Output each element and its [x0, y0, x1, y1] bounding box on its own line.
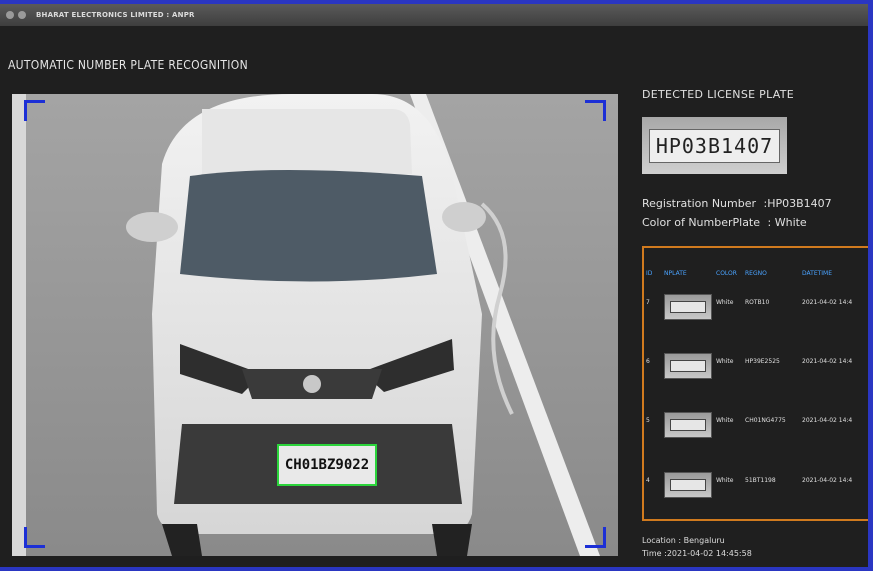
col-nplate: NPLATE — [664, 270, 687, 277]
plate-color-value: : White — [767, 216, 807, 229]
frame-corner-top-right — [585, 100, 606, 121]
table-row[interactable]: 4 White 51BT1198 2021-04-02 14:4 — [644, 470, 868, 500]
col-regno: REGNO — [745, 270, 767, 277]
anpr-window: BHARAT ELECTRONICS LIMITED : ANPR AUTOMA… — [0, 4, 868, 567]
row-color: White — [716, 299, 734, 306]
registration-label: Registration Number — [642, 197, 757, 210]
window-title: BHARAT ELECTRONICS LIMITED : ANPR — [36, 11, 195, 19]
registration-number-line: Registration Number :HP03B1407 — [642, 197, 832, 210]
time-line: Time :2021-04-02 14:45:58 — [642, 549, 752, 558]
row-datetime: 2021-04-02 14:4 — [802, 358, 853, 365]
plate-color-label: Color of NumberPlate — [642, 216, 761, 229]
close-window-icon[interactable] — [6, 11, 14, 19]
row-id: 5 — [646, 417, 650, 424]
plate-thumbnail — [664, 294, 712, 320]
row-datetime: 2021-04-02 14:4 — [802, 477, 853, 484]
plate-crop-text: HP03B1407 — [648, 128, 781, 163]
row-regno: HP39E2525 — [745, 358, 780, 365]
plate-thumbnail — [664, 353, 712, 379]
time-label: Time — [642, 549, 662, 558]
plate-color-line: Color of NumberPlate : White — [642, 216, 807, 229]
location-value: : Bengaluru — [678, 536, 725, 545]
row-color: White — [716, 417, 734, 424]
row-color: White — [716, 477, 734, 484]
plate-thumbnail — [664, 412, 712, 438]
col-datetime: DATETIME — [802, 270, 833, 277]
col-color: COLOR — [716, 270, 737, 277]
registration-value: :HP03B1407 — [763, 197, 832, 210]
frame-corner-bottom-left — [24, 527, 45, 548]
row-id: 4 — [646, 477, 650, 484]
row-color: White — [716, 358, 734, 365]
title-bar: BHARAT ELECTRONICS LIMITED : ANPR — [0, 4, 868, 26]
app-heading: AUTOMATIC NUMBER PLATE RECOGNITION — [8, 58, 248, 72]
row-datetime: 2021-04-02 14:4 — [802, 417, 853, 424]
col-id: ID — [646, 270, 653, 277]
time-value: :2021-04-02 14:45:58 — [664, 549, 752, 558]
history-table: ID NPLATE COLOR REGNO DATETIME 7 White R… — [642, 246, 868, 521]
row-regno: ROTB10 — [745, 299, 770, 306]
plate-thumbnail — [664, 472, 712, 498]
detected-plate-box: CH01BZ9022 — [277, 444, 377, 486]
row-datetime: 2021-04-02 14:4 — [802, 299, 853, 306]
row-id: 7 — [646, 299, 650, 306]
location-label: Location — [642, 536, 676, 545]
frame-corner-top-left — [24, 100, 45, 121]
table-row[interactable]: 7 White ROTB10 2021-04-02 14:4 — [644, 292, 868, 322]
minimize-window-icon[interactable] — [18, 11, 26, 19]
detected-plate-heading: DETECTED LICENSE PLATE — [642, 88, 795, 101]
camera-feed: CH01BZ9022 — [12, 94, 618, 556]
table-row[interactable]: 5 White CH01NG4775 2021-04-02 14:4 — [644, 410, 868, 440]
row-id: 6 — [646, 358, 650, 365]
table-row[interactable]: 6 White HP39E2525 2021-04-02 14:4 — [644, 351, 868, 381]
location-line: Location : Bengaluru — [642, 536, 725, 545]
car-image — [12, 94, 618, 556]
plate-crop-image: HP03B1407 — [642, 117, 787, 174]
row-regno: CH01NG4775 — [745, 417, 786, 424]
row-regno: 51BT1198 — [745, 477, 776, 484]
frame-corner-bottom-right — [585, 527, 606, 548]
